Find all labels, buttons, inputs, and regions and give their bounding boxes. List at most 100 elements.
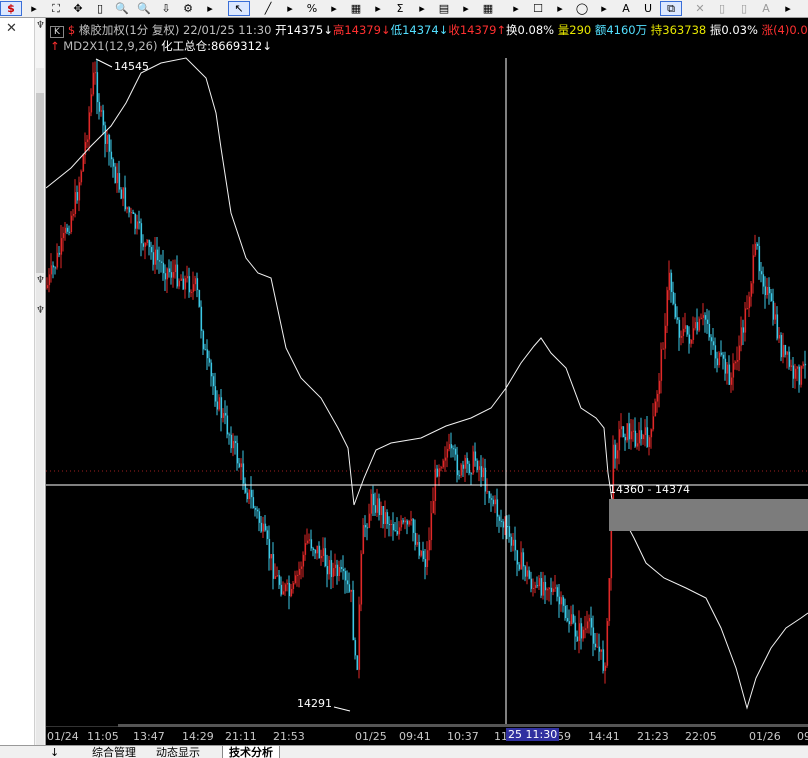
toolbar-button-10[interactable]: ↖ [228,1,250,16]
toolbar-button-19[interactable]: ▤ [434,1,454,16]
candle-body [678,319,681,338]
kline-chart[interactable]: K $ 橡胶加权(1分 复权) 22/01/25 11:30 开14375↓高14… [46,18,808,726]
candle-body [302,554,305,567]
chart-canvas[interactable] [46,18,808,726]
toolbar-button-18[interactable]: ▸ [412,1,432,16]
toolbar-button-27[interactable]: A [616,1,636,16]
candle-body [464,458,467,469]
tab-1[interactable]: 综合管理 [86,746,142,758]
pin-icon[interactable]: ♆ [36,20,45,31]
toolbar-button-28[interactable]: U [638,1,658,16]
candle-body [492,499,495,505]
candle-body [324,548,327,567]
toolbar-button-11[interactable]: ╱ [258,1,278,16]
toolbar-button-2[interactable]: ⛶ [46,1,66,16]
candle-body [390,523,393,525]
toolbar-button-4[interactable]: ▯ [90,1,110,16]
indicator-name[interactable]: MD2X1(12,9,26) [63,39,157,53]
candle-body [386,512,389,525]
candle-body [184,278,187,290]
toolbar-button-13[interactable]: % [302,1,322,16]
candle-body [118,173,121,190]
tab-2[interactable]: 动态显示 [150,746,206,758]
candle-body [254,508,257,510]
toolbar-button-16[interactable]: ▸ [368,1,388,16]
candle-body [102,110,105,126]
candle-body [56,252,59,268]
toolbar-button-1[interactable]: ▸ [24,1,44,16]
candle-body [306,540,309,544]
toolbar-button-17[interactable]: Σ [390,1,410,16]
candle-body [336,564,339,576]
candle-body [410,519,413,521]
toolbar-button-32[interactable]: ▯ [734,1,754,16]
pin-icon[interactable]: ♆ [36,305,45,316]
toolbar-button-14[interactable]: ▸ [324,1,344,16]
toolbar-button-21[interactable]: ▦ [478,1,498,16]
toolbar-button-35[interactable]: ▯ [800,1,808,16]
tab-3[interactable]: 技术分析 [222,746,280,758]
toolbar-button-9[interactable]: ▸ [200,1,220,16]
toolbar-button-5[interactable]: 🔍 [112,1,132,16]
pin-icon[interactable]: ♆ [36,275,45,286]
toolbar-button-25[interactable]: ◯ [572,1,592,16]
k-badge[interactable]: K [50,26,64,38]
toolbar-button-12[interactable]: ▸ [280,1,300,16]
candle-body [786,351,789,355]
candle-body [412,519,415,533]
candle-body [168,268,171,273]
candle-body [792,365,795,379]
toolbar-button-0[interactable]: $ [0,1,22,16]
toolbar-button-34[interactable]: ▸ [778,1,798,16]
candle-body [686,325,689,335]
candle-body [64,227,67,233]
candle-body [594,643,597,648]
candle-body [708,323,711,338]
candle-body [276,575,279,577]
toolbar-button-15[interactable]: ▦ [346,1,366,16]
candle-body [256,509,259,512]
candle-body [236,443,239,464]
candle-body [512,539,515,546]
left-panel-scroll-thumb[interactable] [36,93,44,273]
candle-body [664,325,667,349]
toolbar-button-33[interactable]: A [756,1,776,16]
toolbar-button-20[interactable]: ▸ [456,1,476,16]
candle-body [518,564,521,570]
toolbar-button-30[interactable]: ✕ [690,1,710,16]
candle-body [162,262,165,274]
tab-0[interactable]: ↓ [44,746,65,758]
time-scrollbar[interactable] [118,724,808,727]
candle-body [740,327,743,346]
candle-body [442,460,445,468]
candle-body [438,468,441,477]
toolbar-button-23[interactable]: ☐ [528,1,548,16]
toolbar-button-7[interactable]: ⇩ [156,1,176,16]
toolbar-button-3[interactable]: ✥ [68,1,88,16]
toolbar-button-31[interactable]: ▯ [712,1,732,16]
candle-body [146,239,149,243]
candle-body [238,463,241,468]
toolbar-button-22[interactable]: ▸ [506,1,526,16]
candle-body [322,548,325,556]
candle-body [744,308,747,333]
candle-body [352,589,355,641]
candle-body [368,513,371,528]
candle-body [794,368,797,379]
toolbar-button-8[interactable]: ⚙ [178,1,198,16]
close-icon[interactable]: ✕ [6,21,17,36]
toolbar-button-29[interactable]: ⧉ [660,1,682,16]
candle-body [680,336,683,338]
toolbar-button-26[interactable]: ▸ [594,1,614,16]
candle-body [230,434,233,449]
toolbar-button-6[interactable]: 🔍 [134,1,154,16]
toolbar-button-24[interactable]: ▸ [550,1,570,16]
candle-body [682,328,685,337]
candle-body [150,247,153,253]
candle-body [768,287,771,294]
candle-body [780,335,783,358]
candle-body [626,423,629,441]
candle-body [494,499,497,505]
candle-body [308,539,311,541]
amp-value: 0.03% [721,23,758,37]
